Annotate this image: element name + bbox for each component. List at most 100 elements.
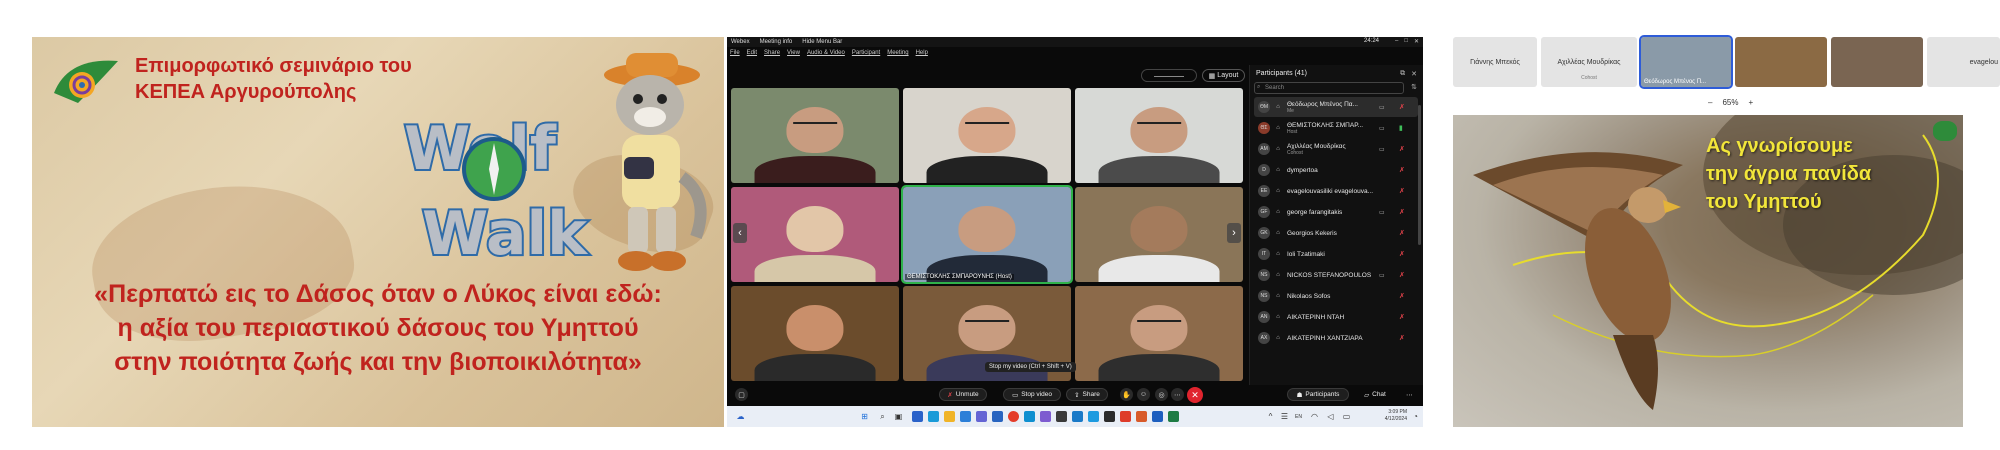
participants-scrollbar[interactable]: [1418, 105, 1421, 245]
zoom-in-button[interactable]: +: [1748, 98, 1753, 107]
participant-row[interactable]: GK ⌂ Georgios Kekeris ✗: [1254, 223, 1418, 243]
minimize-icon[interactable]: –: [1395, 38, 1398, 45]
mic-on-icon[interactable]: ▮: [1399, 124, 1409, 132]
network-icon[interactable]: ☰: [1279, 411, 1290, 422]
app-icon[interactable]: [992, 411, 1003, 422]
participant-thumbnail[interactable]: [1735, 37, 1827, 87]
sort-icon[interactable]: ⇅: [1411, 83, 1417, 91]
webex-app-label[interactable]: Webex: [731, 39, 750, 45]
windows-start-icon[interactable]: ⊞: [859, 411, 870, 422]
participants-search-input[interactable]: Search: [1254, 82, 1404, 94]
search-icon[interactable]: ⌕: [877, 411, 888, 422]
layout-button[interactable]: ▦ Layout: [1202, 69, 1245, 82]
participant-thumbnail[interactable]: Γιάννης Μπεκός: [1453, 37, 1537, 87]
widgets-icon[interactable]: ☁: [735, 411, 746, 422]
mic-muted-icon[interactable]: ✗: [1399, 229, 1409, 237]
apps-icon[interactable]: ◎: [1155, 388, 1168, 401]
mic-muted-icon[interactable]: ✗: [1399, 145, 1409, 153]
mic-muted-icon[interactable]: ✗: [1399, 271, 1409, 279]
menu-file[interactable]: File: [730, 50, 740, 56]
unmute-button[interactable]: ✗ Unmute: [939, 388, 987, 401]
mic-muted-icon[interactable]: ✗: [1399, 187, 1409, 195]
participant-thumbnail-selected[interactable]: Θεόδωρος Μπένος Π...: [1639, 35, 1733, 89]
webex-taskbar-icon[interactable]: [1168, 411, 1179, 422]
popout-icon[interactable]: ⧉: [1400, 70, 1405, 78]
app-icon[interactable]: [928, 411, 939, 422]
menu-help[interactable]: Help: [916, 50, 928, 56]
file-explorer-icon[interactable]: [944, 411, 955, 422]
video-tile[interactable]: [731, 286, 899, 381]
mic-muted-icon[interactable]: ✗: [1399, 208, 1409, 216]
participant-row[interactable]: ΘΣ ⌂ ΘΕΜΙΣΤΟΚΛΗΣ ΣΜΠΑΡ... Host ▭ ▮: [1254, 118, 1418, 138]
next-page-arrow-icon[interactable]: ›: [1227, 223, 1241, 243]
participant-thumbnail[interactable]: evagelou: [1927, 37, 2000, 87]
stop-video-button[interactable]: ▭ Stop video: [1003, 388, 1061, 401]
end-call-button[interactable]: ✕: [1187, 387, 1203, 403]
hide-menu-bar-button[interactable]: Hide Menu Bar: [802, 39, 842, 45]
participant-row[interactable]: EE ⌂ evagelouvasiliki evagelouva... ✗: [1254, 181, 1418, 201]
more-panels-icon[interactable]: ⋯: [1403, 388, 1416, 401]
mic-muted-icon[interactable]: ✗: [1399, 250, 1409, 258]
menu-participant[interactable]: Participant: [852, 50, 880, 56]
app-icon[interactable]: [1120, 411, 1131, 422]
video-tile[interactable]: [731, 187, 899, 282]
task-view-icon[interactable]: ▣: [893, 411, 904, 422]
video-tile[interactable]: [1075, 187, 1243, 282]
captions-icon[interactable]: ▢: [735, 388, 748, 401]
app-icon[interactable]: [1040, 411, 1051, 422]
video-tile[interactable]: [731, 88, 899, 183]
share-button[interactable]: ⇪ Share: [1066, 388, 1108, 401]
menu-share[interactable]: Share: [764, 50, 780, 56]
taskbar-clock[interactable]: 3:09 PM 4/12/2024: [1385, 409, 1407, 423]
participant-row[interactable]: GF ⌂ george farangitakis ▭ ✗: [1254, 202, 1418, 222]
app-icon[interactable]: [1072, 411, 1083, 422]
app-icon[interactable]: [976, 411, 987, 422]
close-icon[interactable]: ✕: [1414, 38, 1419, 45]
participant-row[interactable]: D ⌂ dympertoa ✗: [1254, 160, 1418, 180]
language-indicator[interactable]: EN: [1293, 411, 1304, 422]
mic-muted-icon[interactable]: ✗: [1399, 334, 1409, 342]
video-zoom-slider[interactable]: [1141, 69, 1197, 82]
participants-button[interactable]: ☗ Participants: [1287, 388, 1349, 401]
video-tile-active-speaker[interactable]: ΘΕΜΙΣΤΟΚΛΗΣ ΣΜΠΑΡΟΥΝΗΣ (Host): [901, 185, 1073, 284]
app-icon[interactable]: [1056, 411, 1067, 422]
mic-muted-icon[interactable]: ✗: [1399, 313, 1409, 321]
video-tile[interactable]: [903, 88, 1071, 183]
app-icon[interactable]: [912, 411, 923, 422]
app-icon[interactable]: [960, 411, 971, 422]
video-tile[interactable]: [1075, 88, 1243, 183]
participant-row[interactable]: NS ⌂ Nikolaos Sofos ✗: [1254, 286, 1418, 306]
more-options-icon[interactable]: ⋯: [1171, 388, 1184, 401]
meeting-info-button[interactable]: Meeting info: [760, 39, 793, 45]
maximize-icon[interactable]: □: [1404, 38, 1408, 45]
chat-button[interactable]: ▱ Chat: [1355, 388, 1395, 401]
participant-row[interactable]: ΑΝ ⌂ ΑΙΚΑΤΕΡΙΝΗ ΝΤΑΗ ✗: [1254, 307, 1418, 327]
app-icon[interactable]: [1104, 411, 1115, 422]
participant-row[interactable]: ΘΜ ⌂ Θεόδωρος Μπένος Πα... Me ▭ ✗: [1254, 97, 1418, 117]
tray-chevron-icon[interactable]: ^: [1265, 411, 1276, 422]
participant-row[interactable]: ΑΜ ⌂ Αχιλλέας Μουδρίκας Cohost ▭ ✗: [1254, 139, 1418, 159]
reactions-icon[interactable]: ☺: [1137, 388, 1150, 401]
battery-icon[interactable]: ▭: [1341, 411, 1352, 422]
wifi-icon[interactable]: ◠: [1309, 411, 1320, 422]
app-icon[interactable]: [1088, 411, 1099, 422]
mic-muted-icon[interactable]: ✗: [1399, 292, 1409, 300]
mic-muted-icon[interactable]: ✗: [1399, 103, 1409, 111]
menu-view[interactable]: View: [787, 50, 800, 56]
chrome-icon[interactable]: [1008, 411, 1019, 422]
notifications-icon[interactable]: ◔: [1410, 411, 1421, 422]
menu-audio-video[interactable]: Audio & Video: [807, 50, 845, 56]
menu-edit[interactable]: Edit: [747, 50, 757, 56]
app-icon[interactable]: [1152, 411, 1163, 422]
menu-meeting[interactable]: Meeting: [887, 50, 908, 56]
video-tile[interactable]: [1075, 286, 1243, 381]
previous-page-arrow-icon[interactable]: ‹: [733, 223, 747, 243]
volume-icon[interactable]: ◁: [1325, 411, 1336, 422]
participant-row[interactable]: ΑΧ ⌂ ΑΙΚΑΤΕΡΙΝΗ ΧΑΝΤΖΙΑΡΑ ✗: [1254, 328, 1418, 348]
participant-row[interactable]: NS ⌂ NICKOS STEFANOPOULOS ▭ ✗: [1254, 265, 1418, 285]
participant-thumbnail[interactable]: Αχιλλέας Μουδρίκας Cohost: [1541, 37, 1637, 87]
edge-icon[interactable]: [1024, 411, 1035, 422]
mic-muted-icon[interactable]: ✗: [1399, 166, 1409, 174]
participant-thumbnail[interactable]: [1831, 37, 1923, 87]
close-panel-icon[interactable]: ✕: [1411, 70, 1417, 78]
